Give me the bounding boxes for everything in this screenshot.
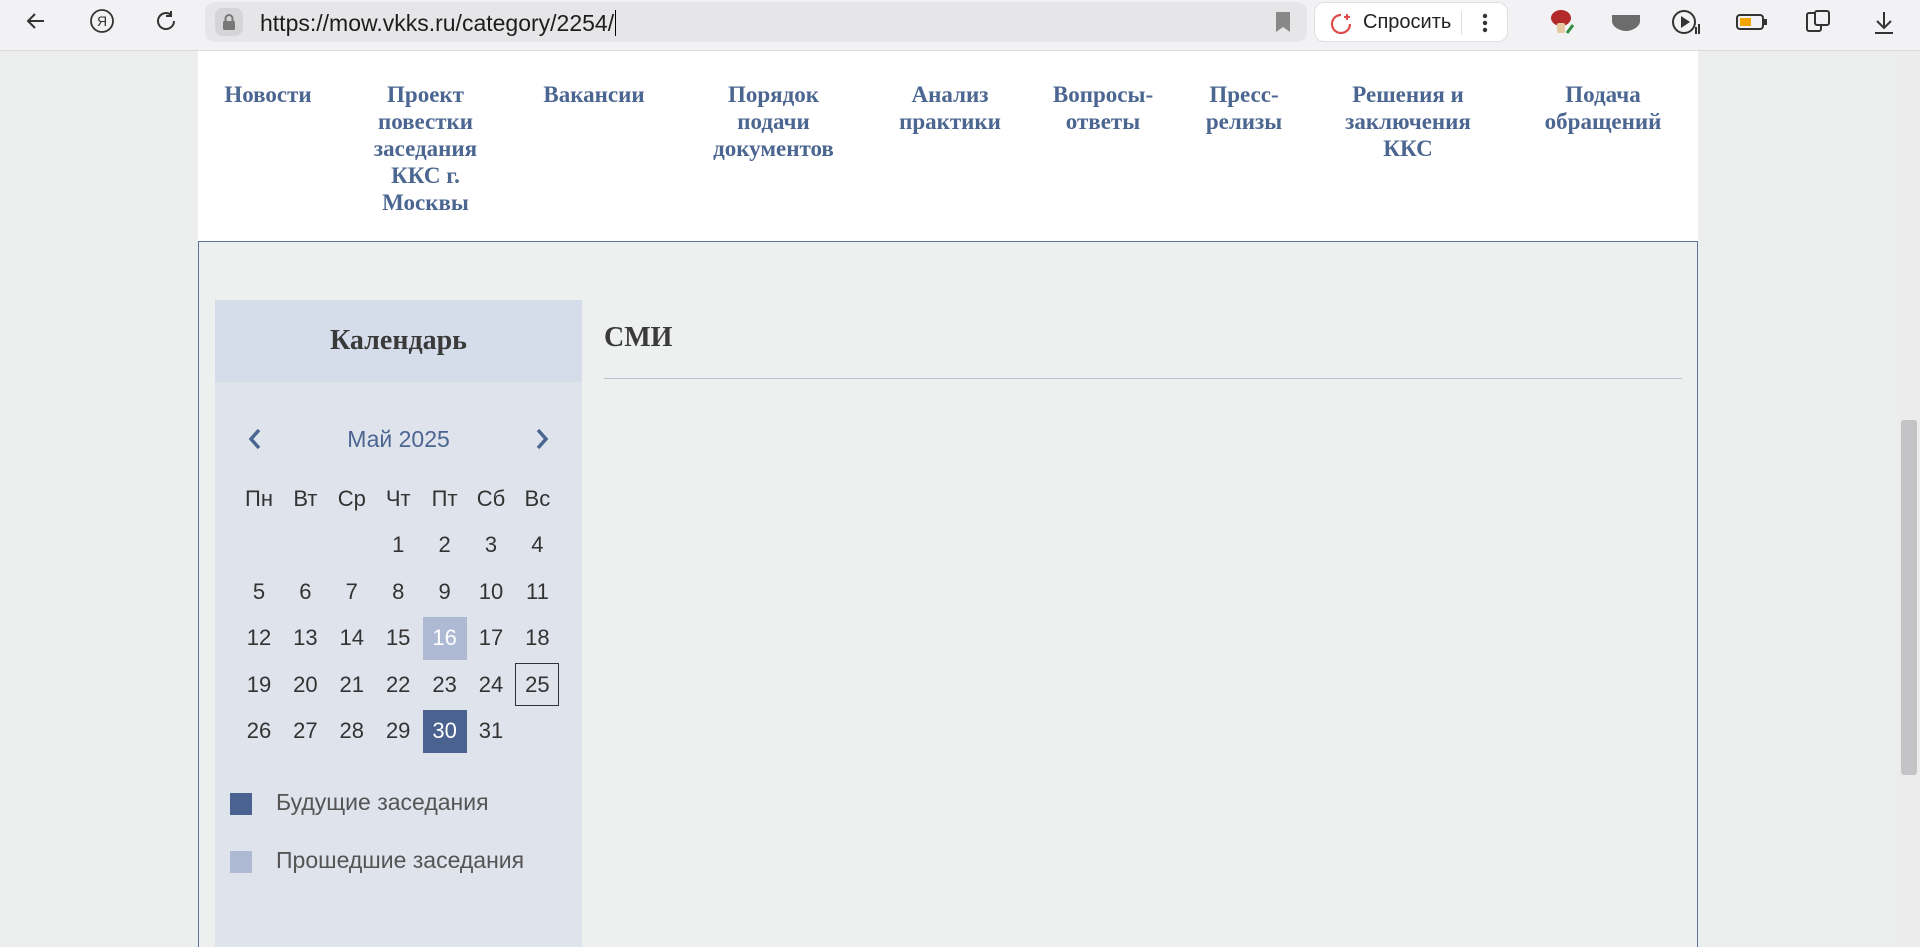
nav-item-press[interactable]: Пресс- релизы [1188, 81, 1300, 135]
alice-icon [1329, 12, 1353, 41]
nav-item-label: Подача обращений [1544, 82, 1662, 134]
calendar-day[interactable]: 18 [515, 617, 559, 660]
weekday-label: Пн [245, 485, 273, 511]
svg-text:Я: Я [97, 13, 107, 29]
download-icon[interactable] [1866, 4, 1902, 40]
weekday-label: Чт [385, 485, 411, 511]
nav-item-agenda[interactable]: Проект повестки заседания ККС г. Москвы [348, 81, 503, 216]
nav-item-label: Решения и заключения ККС [1345, 82, 1471, 161]
calendar-day[interactable]: 9 [423, 570, 467, 613]
calendar-day[interactable]: 10 [469, 570, 513, 613]
back-icon[interactable] [12, 0, 60, 42]
site-container: Новости Проект повестки заседания ККС г.… [198, 51, 1698, 947]
calendar-day[interactable]: 28 [330, 710, 374, 753]
browser-toolbar: Я https://mow.vkks.ru/category/2254/ Спр… [0, 0, 1920, 51]
nav-item-appeals[interactable]: Подача обращений [1518, 81, 1688, 135]
scrollbar[interactable] [1898, 51, 1920, 946]
nav-item-vacancies[interactable]: Вакансии [528, 81, 660, 108]
calendar-day[interactable]: 29 [376, 710, 420, 753]
chevron-right-icon[interactable] [527, 424, 557, 454]
nav-item-decisions[interactable]: Решения и заключения ККС [1318, 81, 1498, 162]
calendar-title: Календарь [330, 325, 467, 356]
calendar-day[interactable]: 30 [422, 709, 467, 753]
calendar-day[interactable]: 23 [423, 663, 467, 706]
weekday-label: Вс [524, 485, 551, 511]
lock-icon[interactable] [215, 8, 243, 36]
calendar-day[interactable]: 22 [376, 663, 420, 706]
calendar-day[interactable]: 16 [422, 616, 467, 660]
calendar-widget: Календарь Май 2025 Пн Вт Ср Чт Пт Сб Вс 1 2 3 4 5 6 7… [215, 300, 582, 947]
nav-item-faq[interactable]: Вопросы- ответы [1036, 81, 1170, 135]
calendar-day[interactable]: 12 [237, 617, 281, 660]
legend-label-future: Будущие заседания [276, 789, 489, 815]
calendar-day[interactable]: 6 [283, 570, 327, 613]
calendar-day[interactable]: 1 [376, 524, 420, 567]
calendar-day[interactable]: 19 [237, 663, 281, 706]
calendar-day[interactable]: 7 [330, 570, 374, 613]
main-navigation: Новости Проект повестки заседания ККС г.… [198, 51, 1698, 241]
ask-button[interactable]: Спросить [1314, 2, 1508, 42]
weekday-label: Сб [476, 485, 506, 511]
nav-item-label: Анализ практики [899, 82, 1001, 134]
media-player-icon[interactable] [1668, 4, 1704, 40]
nav-item-documents[interactable]: Порядок подачи документов [686, 81, 861, 162]
address-bar[interactable]: https://mow.vkks.ru/category/2254/ [205, 2, 1307, 42]
extension-shield-icon[interactable] [1608, 4, 1644, 40]
nav-item-practice[interactable]: Анализ практики [882, 81, 1018, 135]
calendar-day[interactable]: 2 [423, 524, 467, 567]
calendar-day[interactable]: 27 [283, 710, 327, 753]
nav-item-label: Порядок подачи документов [713, 82, 834, 161]
nav-item-label: Пресс- релизы [1205, 82, 1283, 134]
scrollbar-thumb[interactable] [1901, 420, 1917, 775]
nav-item-news[interactable]: Новости [214, 81, 322, 108]
collections-icon[interactable] [1800, 4, 1836, 40]
yandex-icon[interactable]: Я [78, 0, 126, 42]
battery-icon[interactable] [1734, 4, 1770, 40]
legend-swatch-future [230, 793, 252, 815]
calendar-day[interactable]: 4 [515, 524, 559, 567]
page-title: СМИ [604, 322, 673, 353]
legend-swatch-past [230, 851, 252, 873]
calendar-day[interactable]: 11 [515, 570, 559, 613]
calendar-day[interactable]: 15 [376, 617, 420, 660]
weekday-label: Пт [431, 485, 458, 511]
ask-label: Спросить [1363, 11, 1452, 33]
nav-item-label: Новости [224, 82, 312, 107]
weekday-label: Вт [293, 485, 318, 511]
calendar-day[interactable]: 13 [283, 617, 327, 660]
calendar-day[interactable]: 5 [237, 570, 281, 613]
calendar-day[interactable]: 21 [330, 663, 374, 706]
weekday-label: Ср [337, 485, 366, 511]
calendar-header: Календарь [215, 300, 582, 382]
calendar-day[interactable]: 24 [469, 663, 513, 706]
divider [1461, 11, 1462, 35]
calendar-day[interactable]: 14 [330, 617, 374, 660]
legend-label-past: Прошедшие заседания [276, 847, 525, 873]
calendar-day[interactable]: 26 [237, 710, 281, 753]
bookmark-icon[interactable] [1275, 11, 1291, 38]
calendar-day[interactable]: 17 [469, 617, 513, 660]
extension-mushroom-icon[interactable] [1544, 4, 1580, 40]
nav-item-label: Проект повестки заседания ККС г. Москвы [373, 82, 478, 215]
calendar-day[interactable]: 8 [376, 570, 420, 613]
url-text[interactable]: https://mow.vkks.ru/category/2254/ [260, 10, 617, 37]
calendar-day[interactable]: 20 [283, 663, 327, 706]
more-vertical-icon[interactable] [1475, 11, 1495, 40]
main-content-area: Календарь Май 2025 Пн Вт Ср Чт Пт Сб Вс 1 2 3 4 5 6 7… [198, 241, 1698, 947]
calendar-day[interactable]: 3 [469, 524, 513, 567]
reload-icon[interactable] [142, 0, 190, 42]
nav-item-label: Вакансии [543, 82, 645, 107]
calendar-day[interactable]: 25 [515, 663, 560, 706]
calendar-day[interactable]: 31 [469, 710, 513, 753]
nav-item-label: Вопросы- ответы [1052, 82, 1154, 134]
title-divider [604, 378, 1682, 379]
